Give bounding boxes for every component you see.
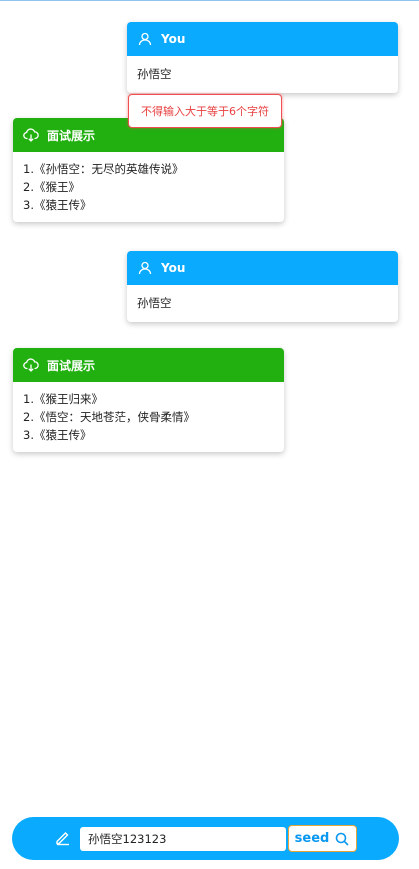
user-message-card: You 孙悟空 <box>127 22 398 93</box>
user-message-card: You 孙悟空 <box>127 251 398 322</box>
list-item: 1.《孙悟空：无尽的英雄传说》 <box>23 162 184 176</box>
message-author: You <box>161 32 186 46</box>
list-item: 2.《悟空：天地苍茫，侠骨柔情》 <box>23 410 195 424</box>
message-text: 孙悟空 <box>137 296 172 310</box>
message-header: 面试展示 <box>13 348 284 382</box>
error-tooltip: 不得输入大于等于6个字符 <box>128 94 282 128</box>
bot-message-card: 面试展示 1.《猴王归来》 2.《悟空：天地苍茫，侠骨柔情》 3.《猿王传》 <box>13 348 284 452</box>
message-author: 面试展示 <box>47 358 96 373</box>
input-bar: seed <box>12 817 399 860</box>
list-item: 3.《猿王传》 <box>23 198 92 212</box>
seed-button[interactable]: seed <box>288 825 357 852</box>
edit-icon[interactable] <box>54 828 72 846</box>
user-icon <box>137 260 153 276</box>
list-item: 3.《猿王传》 <box>23 428 92 442</box>
list-item: 2.《猴王》 <box>23 180 80 194</box>
message-list: 1.《猴王归来》 2.《悟空：天地苍茫，侠骨柔情》 3.《猿王传》 <box>13 382 284 452</box>
message-input[interactable] <box>80 827 286 851</box>
seed-button-label: seed <box>294 831 330 846</box>
user-icon <box>137 31 153 47</box>
cloud-download-icon <box>23 127 39 143</box>
message-header: You <box>127 22 398 56</box>
cloud-download-icon <box>23 357 39 373</box>
bot-message-card: 面试展示 1.《孙悟空：无尽的英雄传说》 2.《猴王》 3.《猿王传》 <box>13 118 284 222</box>
search-icon <box>334 831 350 847</box>
message-author: 面试展示 <box>47 128 96 143</box>
message-author: You <box>161 261 186 275</box>
list-item: 1.《猴王归来》 <box>23 392 103 406</box>
message-header: You <box>127 251 398 285</box>
top-divider <box>0 0 419 1</box>
message-list: 1.《孙悟空：无尽的英雄传说》 2.《猴王》 3.《猿王传》 <box>13 152 284 222</box>
message-text: 孙悟空 <box>137 67 172 81</box>
